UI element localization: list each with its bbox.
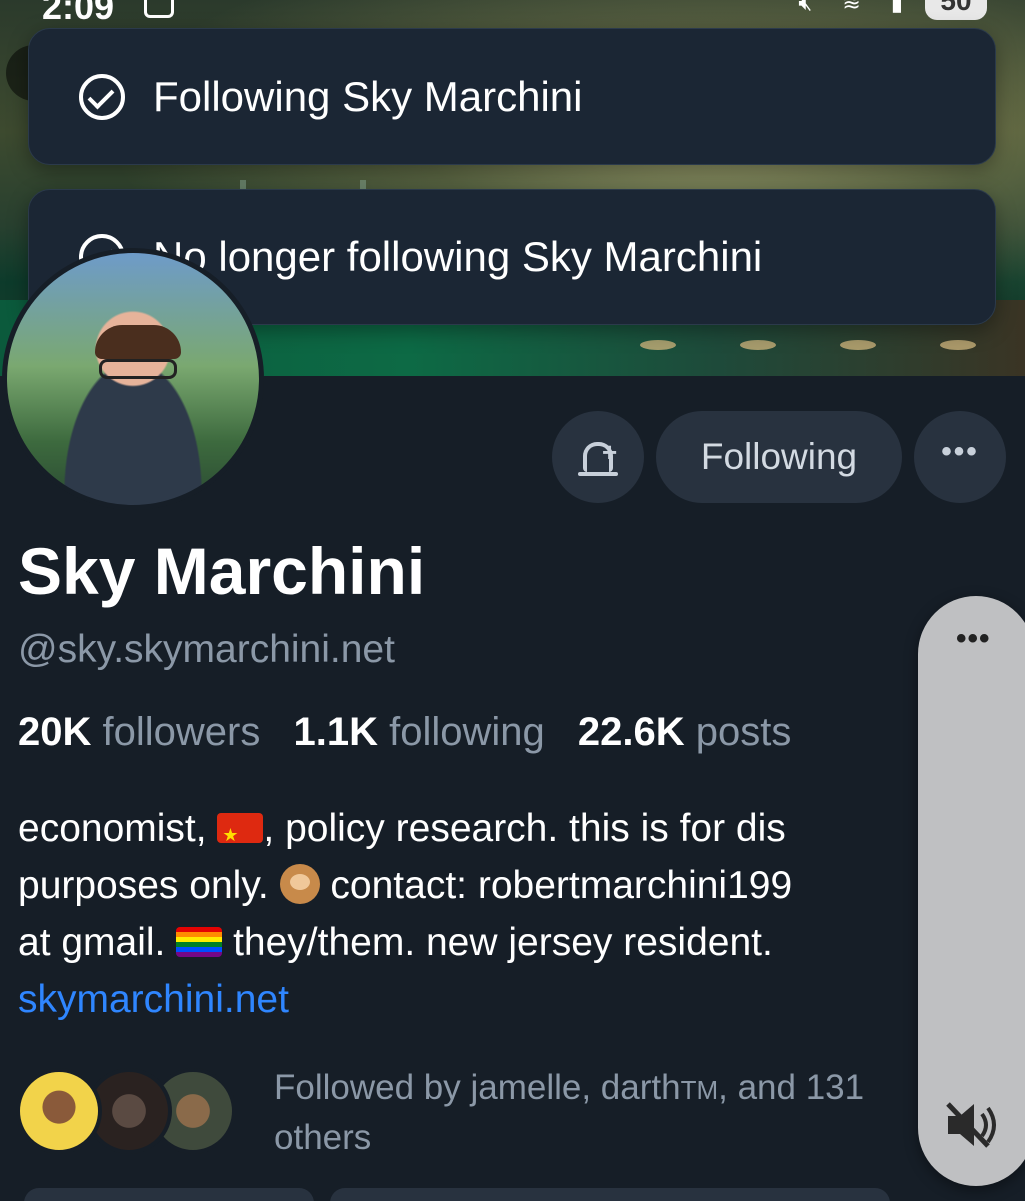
china-flag-emoji-icon	[217, 807, 264, 864]
banner-decor	[840, 340, 876, 350]
banner-decor	[640, 340, 676, 350]
status-time: 2:09	[42, 0, 115, 27]
ellipsis-icon: •••	[941, 435, 979, 468]
bio-text: at gmail.	[18, 921, 177, 964]
avatar-decor	[99, 359, 177, 379]
following-label: following	[389, 710, 545, 754]
following-link[interactable]: 1.1K following	[293, 710, 544, 754]
followers-link[interactable]: 20K followers	[18, 710, 260, 754]
followed-by-suffix: , and 131	[718, 1068, 865, 1107]
profile-tab-hint[interactable]	[330, 1188, 890, 1201]
followed-by-line2: others	[274, 1118, 372, 1157]
profile-tab-hint[interactable]	[24, 1188, 314, 1201]
signal-icons: 🔇︎ ≋ ▮	[798, 0, 915, 15]
avatar-decor	[95, 325, 181, 359]
followers-label: followers	[102, 710, 261, 754]
floating-media-panel[interactable]: •••	[918, 596, 1025, 1186]
ellipsis-icon[interactable]: •••	[956, 622, 991, 656]
trademark-symbol: TM	[680, 1075, 719, 1105]
followed-by-prefix: Followed by jamelle, darth	[274, 1068, 681, 1107]
posts-count: 22.6K	[577, 710, 685, 754]
profile-avatar[interactable]	[2, 248, 264, 510]
banner-decor	[740, 340, 776, 350]
bio-website-link[interactable]: skymarchini.net	[18, 971, 918, 1028]
following-button[interactable]: Following	[656, 411, 902, 503]
profile-stats: 20K followers 1.1K following 22.6K posts	[18, 710, 791, 755]
profile-handle: @sky.skymarchini.net	[18, 628, 395, 671]
notify-subscribe-button[interactable]: +	[552, 411, 644, 503]
bio-line: purposes only. contact: robertmarchini19…	[18, 857, 918, 914]
profile-bio: economist, , policy research. this is fo…	[18, 800, 918, 1028]
bio-text: economist,	[18, 807, 218, 850]
bio-text: , policy research. this is for dis	[263, 807, 786, 850]
volume-mute-icon[interactable]	[944, 1098, 998, 1152]
toast-text: No longer following Sky Marchini	[153, 233, 763, 280]
bio-text: they/them. new jersey resident.	[222, 921, 773, 964]
bio-text: purposes only.	[18, 864, 280, 907]
banner-decor	[940, 340, 976, 350]
status-bar: 2:09 🔇︎ ≋ ▮ 50	[0, 0, 1025, 28]
check-circle-icon	[79, 73, 125, 120]
plus-icon: +	[602, 437, 618, 467]
rainbow-flag-emoji-icon	[176, 927, 223, 957]
teddy-bear-emoji-icon	[279, 864, 320, 904]
toast-following[interactable]: Following Sky Marchini	[28, 28, 996, 165]
followed-by-text[interactable]: Followed by jamelle, darthTM, and 131 ot…	[274, 1064, 924, 1162]
known-follower-avatar[interactable]	[16, 1068, 102, 1154]
followers-count: 20K	[18, 710, 92, 754]
bio-line: economist, , policy research. this is fo…	[18, 800, 918, 864]
posts-stat: 22.6K posts	[578, 710, 791, 754]
bio-line: at gmail. they/them. new jersey resident…	[18, 914, 918, 971]
following-count: 1.1K	[293, 710, 378, 754]
toast-text: Following Sky Marchini	[153, 72, 583, 120]
display-name: Sky Marchini	[18, 534, 426, 608]
bio-text: contact: robertmarchini199	[319, 864, 793, 907]
screenshot-icon	[144, 0, 174, 18]
posts-label: posts	[695, 710, 792, 754]
more-options-button[interactable]: •••	[914, 411, 1006, 503]
battery-indicator: 50	[925, 0, 987, 20]
